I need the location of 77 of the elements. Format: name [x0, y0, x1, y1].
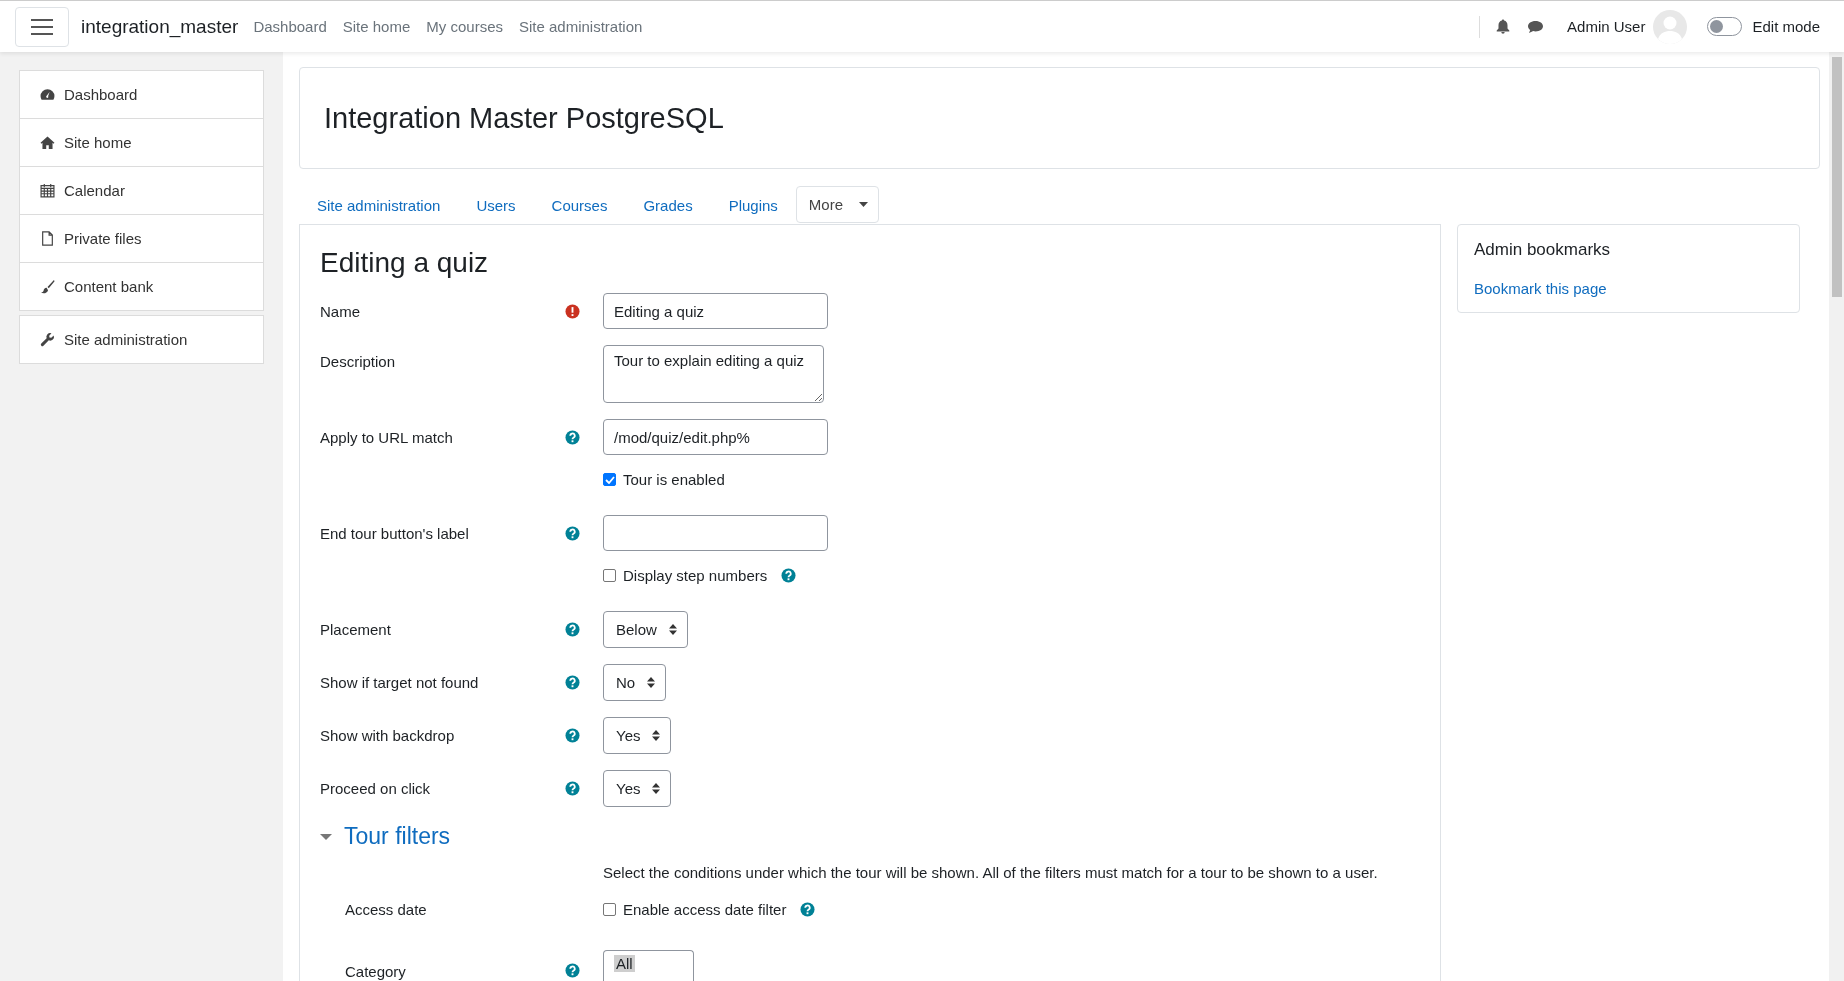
- nav-tab[interactable]: More: [795, 186, 880, 223]
- checkbox-label: Enable access date filter: [623, 901, 787, 918]
- sidebar-item[interactable]: Calendar: [20, 167, 263, 215]
- nav-link[interactable]: Site administration: [519, 18, 643, 35]
- user-name[interactable]: Admin User: [1567, 18, 1646, 35]
- help-icon[interactable]: [565, 622, 580, 637]
- sidebar-item[interactable]: Private files: [20, 215, 263, 263]
- text-input[interactable]: [603, 515, 828, 551]
- nav-tab[interactable]: Courses: [533, 185, 626, 224]
- list-option[interactable]: All: [614, 955, 635, 972]
- nav-tab[interactable]: Users: [458, 185, 534, 224]
- calendar-icon: [40, 183, 55, 198]
- field-label: Name: [320, 302, 361, 320]
- field-label: Show if target not found: [320, 674, 480, 691]
- site-name[interactable]: integration_master: [81, 15, 239, 38]
- block-title: Admin bookmarks: [1474, 240, 1612, 260]
- notification-bell-icon[interactable]: [1496, 19, 1511, 34]
- menu-icon: [31, 18, 53, 35]
- help-icon[interactable]: [565, 728, 580, 743]
- edit-mode-toggle[interactable]: [1707, 17, 1743, 36]
- sidebar-item[interactable]: Site home: [20, 119, 263, 167]
- sort-arrows-icon: [668, 624, 677, 635]
- help-icon[interactable]: [565, 963, 580, 978]
- nav-link[interactable]: My courses: [426, 18, 503, 35]
- help-icon[interactable]: [800, 902, 816, 917]
- sort-arrows-icon: [647, 677, 656, 688]
- sidebar-item[interactable]: Dashboard: [20, 71, 263, 119]
- dashboard-icon: [40, 87, 55, 102]
- sidebar-item[interactable]: Site administration: [20, 316, 263, 363]
- nav-link[interactable]: Dashboard: [253, 18, 327, 35]
- nav-link[interactable]: Site home: [342, 18, 411, 35]
- field-label: Apply to URL match: [320, 428, 454, 446]
- field-label: Placement: [320, 621, 392, 638]
- help-icon[interactable]: [565, 429, 580, 445]
- help-icon[interactable]: [565, 525, 580, 541]
- nav-tab[interactable]: Plugins: [710, 185, 796, 224]
- text-input[interactable]: /mod/quiz/edit.php%: [603, 419, 828, 455]
- select-dropdown[interactable]: No: [603, 664, 667, 701]
- sort-arrows-icon: [652, 783, 661, 794]
- field-label: Show with backdrop: [320, 727, 456, 744]
- nav-tab[interactable]: Grades: [625, 185, 711, 224]
- edit-mode-label: Edit mode: [1752, 18, 1820, 35]
- field-label: Description: [320, 352, 397, 370]
- nav-tab[interactable]: Site administration: [299, 185, 459, 224]
- form-title: Editing a quiz: [320, 247, 490, 279]
- help-icon[interactable]: [565, 675, 580, 690]
- checkbox-label: Tour is enabled: [623, 471, 725, 488]
- menu-button[interactable]: [15, 6, 69, 47]
- home-icon: [40, 135, 55, 150]
- select-dropdown[interactable]: Yes: [603, 717, 672, 754]
- select-dropdown[interactable]: Below: [603, 611, 688, 648]
- field-label: Access date: [344, 901, 428, 918]
- section-heading[interactable]: Tour filters: [344, 823, 451, 850]
- description-textarea[interactable]: Tour to explain editing a quiz: [603, 345, 824, 403]
- chat-bubble-icon[interactable]: [1527, 19, 1545, 34]
- select-dropdown[interactable]: Yes: [603, 770, 672, 807]
- sort-arrows-icon: [652, 730, 661, 741]
- checkbox[interactable]: [603, 569, 616, 582]
- field-label: Proceed on click: [320, 780, 432, 797]
- checkbox-label: Display step numbers: [623, 567, 768, 584]
- help-icon[interactable]: [781, 568, 797, 583]
- caret-icon: [859, 202, 869, 207]
- field-label: End tour button's label: [320, 524, 470, 542]
- sidebar-item[interactable]: Content bank: [20, 263, 263, 310]
- wrench-icon: [40, 332, 55, 347]
- brush-icon: [40, 279, 55, 294]
- text-input[interactable]: Editing a quiz: [603, 293, 828, 329]
- file-icon: [40, 231, 55, 246]
- help-icon[interactable]: [565, 781, 580, 796]
- checkbox[interactable]: [603, 903, 616, 916]
- page-title: Integration Master PostgreSQL: [324, 101, 724, 135]
- bookmark-link[interactable]: Bookmark this page: [1474, 280, 1607, 297]
- field-label: Category: [344, 962, 407, 980]
- checkbox[interactable]: [603, 473, 616, 486]
- category-listbox[interactable]: All: [603, 950, 694, 981]
- section-description: Select the conditions under which the tour will be shown. All of the filters must match for a tour to be shown to a user.: [603, 864, 1378, 881]
- scrollbar[interactable]: [1829, 52, 1844, 981]
